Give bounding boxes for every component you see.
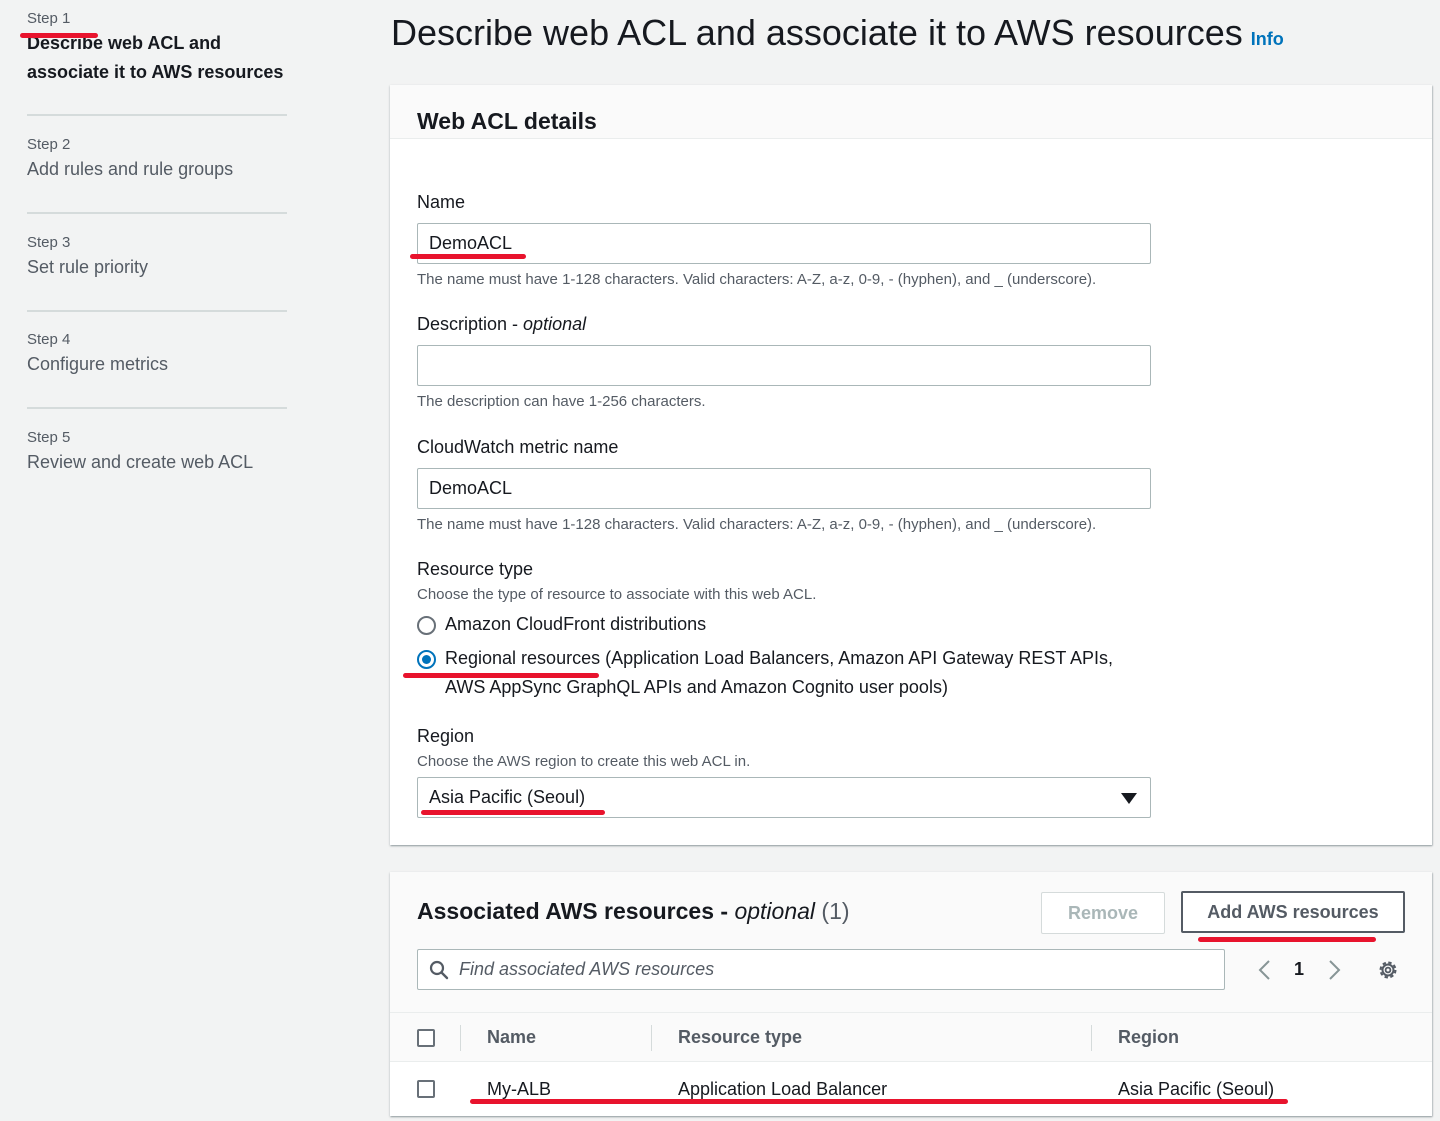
column-divider bbox=[460, 1025, 461, 1051]
add-aws-resources-button[interactable]: Add AWS resources bbox=[1181, 891, 1405, 933]
search-icon bbox=[429, 960, 449, 980]
step-4-label: Step 4 bbox=[27, 331, 71, 348]
associated-optional: optional bbox=[734, 898, 816, 924]
info-link[interactable]: Info bbox=[1251, 29, 1284, 49]
chevron-left-icon[interactable] bbox=[1257, 959, 1271, 981]
step-1-label: Step 1 bbox=[27, 10, 71, 27]
step-5[interactable]: Step 5 Review and create web ACL bbox=[27, 429, 287, 489]
metric-name-label: CloudWatch metric name bbox=[417, 437, 619, 457]
column-divider bbox=[651, 1025, 652, 1051]
web-acl-details-panel: Web ACL details Name The name must have … bbox=[390, 85, 1432, 845]
description-input[interactable] bbox=[417, 345, 1151, 386]
radio-regional-label[interactable]: Regional resources (Application Load Bal… bbox=[445, 644, 1113, 673]
annotation-regional-option bbox=[403, 673, 599, 678]
step-5-label: Step 5 bbox=[27, 429, 71, 446]
annotation-name-input bbox=[410, 254, 526, 259]
resource-type-label: Resource type bbox=[417, 559, 534, 579]
associated-count: (1) bbox=[821, 898, 850, 924]
radio-cloudfront-label[interactable]: Amazon CloudFront distributions bbox=[445, 610, 706, 639]
associated-title-text: Associated AWS resources bbox=[417, 898, 714, 924]
step-3-title: Set rule priority bbox=[27, 257, 149, 277]
associated-resources-title: Associated AWS resources - optional (1) bbox=[417, 898, 850, 924]
table-header: Name Resource type Region bbox=[390, 1012, 1432, 1062]
column-region-header[interactable]: Region bbox=[1118, 1027, 1179, 1048]
description-label-text: Description bbox=[417, 314, 508, 334]
description-optional: optional bbox=[523, 314, 587, 334]
page-number[interactable]: 1 bbox=[1294, 959, 1304, 980]
annotation-region-select bbox=[421, 810, 605, 815]
radio-regional[interactable] bbox=[417, 650, 436, 669]
step-1[interactable]: Step 1 Describe web ACL and associate it… bbox=[27, 10, 287, 116]
select-all-checkbox[interactable] bbox=[417, 1029, 435, 1047]
associated-resources-header: Associated AWS resources - optional (1) … bbox=[390, 872, 1432, 1012]
annotation-add-button bbox=[1198, 937, 1376, 942]
web-acl-details-title: Web ACL details bbox=[417, 108, 597, 134]
annotation-table-row bbox=[470, 1099, 1288, 1104]
gear-icon[interactable] bbox=[1376, 958, 1400, 982]
description-label: Description - optional bbox=[417, 314, 587, 334]
name-hint: The name must have 1-128 characters. Val… bbox=[417, 271, 1097, 288]
web-acl-details-header: Web ACL details bbox=[390, 85, 1432, 139]
step-3[interactable]: Step 3 Set rule priority bbox=[27, 234, 287, 312]
row-region: Asia Pacific (Seoul) bbox=[1118, 1079, 1275, 1099]
row-resource-type: Application Load Balancer bbox=[678, 1079, 888, 1099]
metric-name-input[interactable] bbox=[417, 468, 1151, 509]
step-3-label: Step 3 bbox=[27, 234, 71, 251]
resource-type-hint: Choose the type of resource to associate… bbox=[417, 586, 817, 603]
row-name: My-ALB bbox=[487, 1079, 552, 1099]
page-title: Describe web ACL and associate it to AWS… bbox=[391, 12, 1284, 54]
region-select-value: Asia Pacific (Seoul) bbox=[429, 787, 586, 807]
metric-name-hint: The name must have 1-128 characters. Val… bbox=[417, 516, 1097, 533]
column-resource-type-header[interactable]: Resource type bbox=[678, 1027, 802, 1048]
step-2-label: Step 2 bbox=[27, 136, 71, 153]
column-divider bbox=[1091, 1025, 1092, 1051]
chevron-right-icon[interactable] bbox=[1328, 959, 1342, 981]
step-4-title: Configure metrics bbox=[27, 354, 169, 374]
name-label: Name bbox=[417, 192, 466, 212]
step-5-title: Review and create web ACL bbox=[27, 452, 254, 472]
column-name-header[interactable]: Name bbox=[487, 1027, 536, 1048]
caret-down-icon bbox=[1121, 793, 1137, 804]
search-placeholder: Find associated AWS resources bbox=[459, 959, 715, 979]
remove-button[interactable]: Remove bbox=[1041, 892, 1165, 934]
region-label: Region bbox=[417, 726, 475, 746]
region-hint: Choose the AWS region to create this web… bbox=[417, 753, 751, 770]
table-row[interactable]: My-ALB Application Load Balancer Asia Pa… bbox=[390, 1063, 1432, 1116]
name-input[interactable] bbox=[417, 223, 1151, 264]
step-4[interactable]: Step 4 Configure metrics bbox=[27, 331, 287, 409]
page-title-text: Describe web ACL and associate it to AWS… bbox=[391, 12, 1243, 53]
row-checkbox[interactable] bbox=[417, 1080, 435, 1098]
description-hint: The description can have 1-256 character… bbox=[417, 393, 706, 410]
associated-resources-panel: Associated AWS resources - optional (1) … bbox=[390, 872, 1432, 1116]
step-2-title: Add rules and rule groups bbox=[27, 159, 234, 179]
annotation-step-1 bbox=[20, 33, 98, 38]
step-2[interactable]: Step 2 Add rules and rule groups bbox=[27, 136, 287, 214]
radio-cloudfront[interactable] bbox=[417, 616, 436, 635]
search-box[interactable]: Find associated AWS resources bbox=[417, 949, 1225, 990]
